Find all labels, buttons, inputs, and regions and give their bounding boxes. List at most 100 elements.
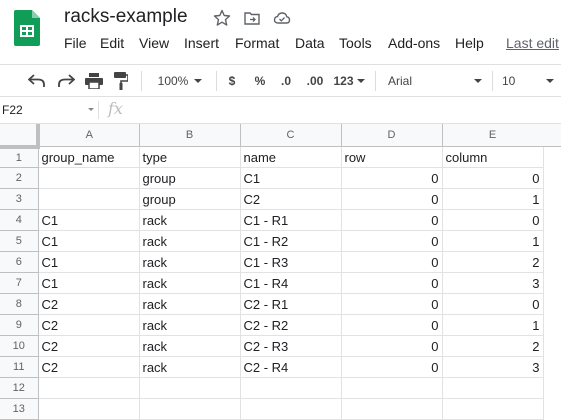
currency-format-button[interactable]: $ bbox=[222, 65, 242, 96]
cell-c[interactable]: name bbox=[240, 146, 342, 168]
cell-b[interactable] bbox=[139, 398, 241, 420]
menu-data[interactable]: Data bbox=[295, 35, 325, 51]
cell-c[interactable]: C2 - R4 bbox=[240, 356, 342, 378]
cell-e[interactable]: 3 bbox=[442, 356, 544, 378]
cell-c[interactable]: C2 - R3 bbox=[240, 335, 342, 357]
sheets-logo-icon[interactable] bbox=[14, 10, 40, 46]
column-header-c[interactable]: C bbox=[240, 124, 342, 147]
undo-icon[interactable] bbox=[24, 65, 50, 96]
document-title[interactable]: racks-example bbox=[64, 6, 188, 28]
cell-a[interactable]: C1 bbox=[38, 209, 140, 231]
cell-d[interactable] bbox=[341, 398, 443, 420]
more-formats-button[interactable]: 123 bbox=[332, 65, 366, 96]
percent-format-button[interactable]: % bbox=[250, 65, 270, 96]
row-header[interactable]: 3 bbox=[0, 188, 39, 210]
cell-e[interactable]: 1 bbox=[442, 314, 544, 336]
cell-a[interactable] bbox=[38, 188, 140, 210]
cell-d[interactable]: 0 bbox=[341, 230, 443, 252]
zoom-select[interactable]: 100% bbox=[150, 65, 210, 96]
cell-e[interactable]: 0 bbox=[442, 167, 544, 189]
cell-c[interactable]: C1 - R3 bbox=[240, 251, 342, 273]
row-header[interactable]: 1 bbox=[0, 146, 39, 168]
row-header[interactable]: 2 bbox=[0, 167, 39, 189]
star-icon[interactable] bbox=[213, 9, 231, 27]
increase-decimals-button[interactable]: .00 bbox=[303, 65, 327, 96]
cell-a[interactable]: C2 bbox=[38, 314, 140, 336]
formula-input[interactable] bbox=[140, 101, 550, 119]
font-select[interactable]: Arial bbox=[388, 65, 488, 96]
row-header[interactable]: 9 bbox=[0, 314, 39, 336]
row-header[interactable]: 11 bbox=[0, 356, 39, 378]
cell-c[interactable]: C1 - R1 bbox=[240, 209, 342, 231]
cell-c[interactable]: C1 bbox=[240, 167, 342, 189]
row-header[interactable]: 6 bbox=[0, 251, 39, 273]
cell-c[interactable]: C1 - R2 bbox=[240, 230, 342, 252]
redo-icon[interactable] bbox=[53, 65, 79, 96]
cell-d[interactable]: 0 bbox=[341, 272, 443, 294]
cell-b[interactable]: rack bbox=[139, 356, 241, 378]
menu-edit[interactable]: Edit bbox=[100, 35, 124, 51]
cell-b[interactable]: rack bbox=[139, 209, 241, 231]
cell-b[interactable]: rack bbox=[139, 335, 241, 357]
cell-c[interactable]: C2 bbox=[240, 188, 342, 210]
font-size-select[interactable]: 10 bbox=[502, 65, 554, 96]
select-all-corner[interactable] bbox=[0, 124, 40, 149]
cell-c[interactable] bbox=[240, 377, 342, 399]
cell-b[interactable]: group bbox=[139, 188, 241, 210]
cell-c[interactable]: C2 - R2 bbox=[240, 314, 342, 336]
row-header[interactable]: 5 bbox=[0, 230, 39, 252]
cell-d[interactable]: 0 bbox=[341, 251, 443, 273]
cell-a[interactable]: C2 bbox=[38, 356, 140, 378]
name-box[interactable]: F22 bbox=[2, 103, 23, 117]
cell-e[interactable]: 0 bbox=[442, 209, 544, 231]
cell-a[interactable]: group_name bbox=[38, 146, 140, 168]
column-header-d[interactable]: D bbox=[341, 124, 443, 147]
menu-tools[interactable]: Tools bbox=[339, 35, 372, 51]
menu-file[interactable]: File bbox=[64, 35, 87, 51]
cell-b[interactable] bbox=[139, 377, 241, 399]
cell-a[interactable]: C1 bbox=[38, 230, 140, 252]
menu-view[interactable]: View bbox=[139, 35, 169, 51]
column-header-b[interactable]: B bbox=[139, 124, 241, 147]
cell-e[interactable]: 0 bbox=[442, 293, 544, 315]
cell-e[interactable]: 2 bbox=[442, 251, 544, 273]
row-header[interactable]: 10 bbox=[0, 335, 39, 357]
row-header[interactable]: 7 bbox=[0, 272, 39, 294]
cell-b[interactable]: group bbox=[139, 167, 241, 189]
cell-d[interactable]: 0 bbox=[341, 188, 443, 210]
cell-d[interactable]: 0 bbox=[341, 293, 443, 315]
cell-a[interactable]: C2 bbox=[38, 335, 140, 357]
cell-d[interactable]: 0 bbox=[341, 356, 443, 378]
cell-c[interactable]: C1 - R4 bbox=[240, 272, 342, 294]
row-header[interactable]: 4 bbox=[0, 209, 39, 231]
cell-d[interactable]: 0 bbox=[341, 167, 443, 189]
cell-a[interactable] bbox=[38, 377, 140, 399]
cell-a[interactable]: C1 bbox=[38, 272, 140, 294]
menu-insert[interactable]: Insert bbox=[184, 35, 219, 51]
cell-a[interactable] bbox=[38, 398, 140, 420]
column-header-e[interactable]: E bbox=[442, 124, 544, 147]
row-header[interactable]: 8 bbox=[0, 293, 39, 315]
chevron-down-icon[interactable] bbox=[88, 108, 94, 111]
cell-d[interactable]: 0 bbox=[341, 335, 443, 357]
cell-b[interactable]: type bbox=[139, 146, 241, 168]
cloud-status-icon[interactable] bbox=[273, 9, 291, 27]
cell-e[interactable]: column bbox=[442, 146, 544, 168]
move-to-folder-icon[interactable] bbox=[243, 9, 261, 27]
row-header[interactable]: 13 bbox=[0, 398, 39, 420]
cell-e[interactable] bbox=[442, 377, 544, 399]
cell-d[interactable]: row bbox=[341, 146, 443, 168]
row-header[interactable]: 12 bbox=[0, 377, 39, 399]
cell-d[interactable]: 0 bbox=[341, 209, 443, 231]
menu-add-ons[interactable]: Add-ons bbox=[388, 35, 440, 51]
cell-a[interactable]: C2 bbox=[38, 293, 140, 315]
cell-e[interactable] bbox=[442, 398, 544, 420]
cell-d[interactable]: 0 bbox=[341, 314, 443, 336]
column-header-a[interactable]: A bbox=[38, 124, 140, 147]
cell-b[interactable]: rack bbox=[139, 314, 241, 336]
print-icon[interactable] bbox=[81, 65, 107, 96]
cell-b[interactable]: rack bbox=[139, 251, 241, 273]
cell-e[interactable]: 3 bbox=[442, 272, 544, 294]
last-edit-link[interactable]: Last edit bbox=[506, 35, 559, 51]
cell-d[interactable] bbox=[341, 377, 443, 399]
